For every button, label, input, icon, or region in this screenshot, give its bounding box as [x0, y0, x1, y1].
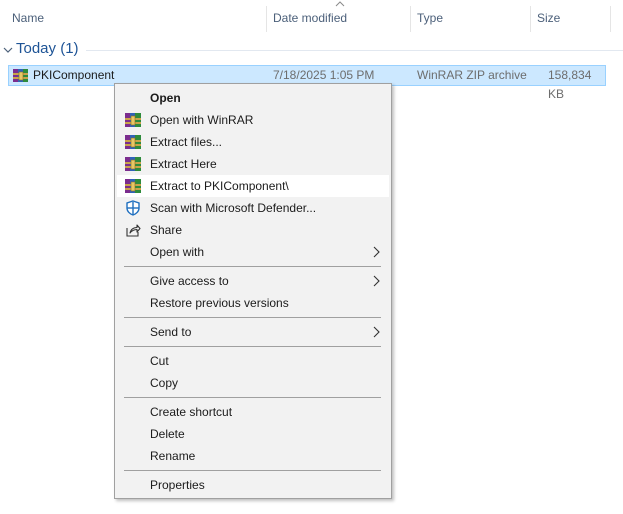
menu-item-cut[interactable]: Cut [117, 350, 389, 372]
file-type: WinRAR ZIP archive [417, 68, 527, 82]
menu-item-label: Create shortcut [150, 405, 233, 419]
menu-item-label: Extract files... [150, 135, 223, 149]
group-divider [86, 50, 623, 51]
chevron-right-icon [373, 275, 380, 287]
column-type-label: Type [417, 11, 444, 25]
column-type[interactable]: Type [405, 0, 530, 36]
group-header-today[interactable]: Today (1) [0, 38, 623, 62]
menu-separator [124, 470, 381, 471]
winrar-icon [125, 157, 141, 171]
group-title: Today (1) [16, 40, 79, 57]
menu-item-label: Restore previous versions [150, 296, 289, 310]
menu-item-extract-files[interactable]: Extract files... [117, 131, 389, 153]
menu-item-label: Open with [150, 245, 205, 259]
shield-icon [126, 200, 140, 216]
column-size-label: Size [537, 11, 561, 25]
menu-item-open[interactable]: Open [117, 87, 389, 109]
column-size[interactable]: Size [525, 0, 610, 36]
menu-item-label: Delete [150, 427, 185, 441]
winrar-icon [125, 113, 141, 127]
menu-separator [124, 317, 381, 318]
menu-item-scan-defender[interactable]: Scan with Microsoft Defender... [117, 197, 389, 219]
winrar-archive-icon [13, 69, 28, 82]
menu-item-share[interactable]: Share [117, 219, 389, 241]
file-name: PKIComponent [33, 68, 115, 82]
menu-item-label: Give access to [150, 274, 229, 288]
menu-item-label: Extract to PKIComponent\ [150, 179, 289, 193]
menu-item-label: Extract Here [150, 157, 217, 171]
winrar-icon [125, 179, 141, 193]
column-name[interactable]: Name [0, 0, 266, 36]
file-size: 158,834 KB [548, 68, 592, 101]
menu-separator [124, 266, 381, 267]
menu-item-open-with-winrar[interactable]: Open with WinRAR [117, 109, 389, 131]
menu-item-restore-previous-versions[interactable]: Restore previous versions [117, 292, 389, 314]
menu-item-label: Copy [150, 376, 179, 390]
menu-item-rename[interactable]: Rename [117, 445, 389, 467]
menu-item-label: Share [150, 223, 183, 237]
menu-item-label: Open [150, 91, 181, 105]
chevron-down-icon[interactable] [3, 45, 13, 55]
winrar-icon [125, 135, 141, 149]
column-header-bar: Name Date modified Type Size [0, 0, 623, 36]
column-divider[interactable] [610, 6, 611, 32]
menu-item-open-with[interactable]: Open with [117, 241, 389, 263]
menu-item-extract-to[interactable]: Extract to PKIComponent\ [117, 175, 389, 197]
chevron-right-icon [373, 326, 380, 338]
context-menu: Open Open with WinRAR Extract files... E… [114, 83, 392, 499]
menu-item-label: Rename [150, 449, 196, 463]
menu-item-label: Properties [150, 478, 205, 492]
menu-item-send-to[interactable]: Send to [117, 321, 389, 343]
menu-separator [124, 397, 381, 398]
menu-item-create-shortcut[interactable]: Create shortcut [117, 401, 389, 423]
share-icon [126, 224, 141, 237]
menu-item-delete[interactable]: Delete [117, 423, 389, 445]
menu-item-extract-here[interactable]: Extract Here [117, 153, 389, 175]
menu-separator [124, 346, 381, 347]
chevron-right-icon [373, 246, 380, 258]
menu-item-label: Open with WinRAR [150, 113, 254, 127]
column-date-modified[interactable]: Date modified [261, 0, 410, 36]
column-date-modified-label: Date modified [273, 11, 348, 25]
column-name-label: Name [12, 11, 45, 25]
menu-item-properties[interactable]: Properties [117, 474, 389, 496]
menu-item-label: Scan with Microsoft Defender... [150, 201, 317, 215]
menu-item-label: Send to [150, 325, 192, 339]
menu-item-copy[interactable]: Copy [117, 372, 389, 394]
menu-item-label: Cut [150, 354, 169, 368]
menu-item-give-access-to[interactable]: Give access to [117, 270, 389, 292]
